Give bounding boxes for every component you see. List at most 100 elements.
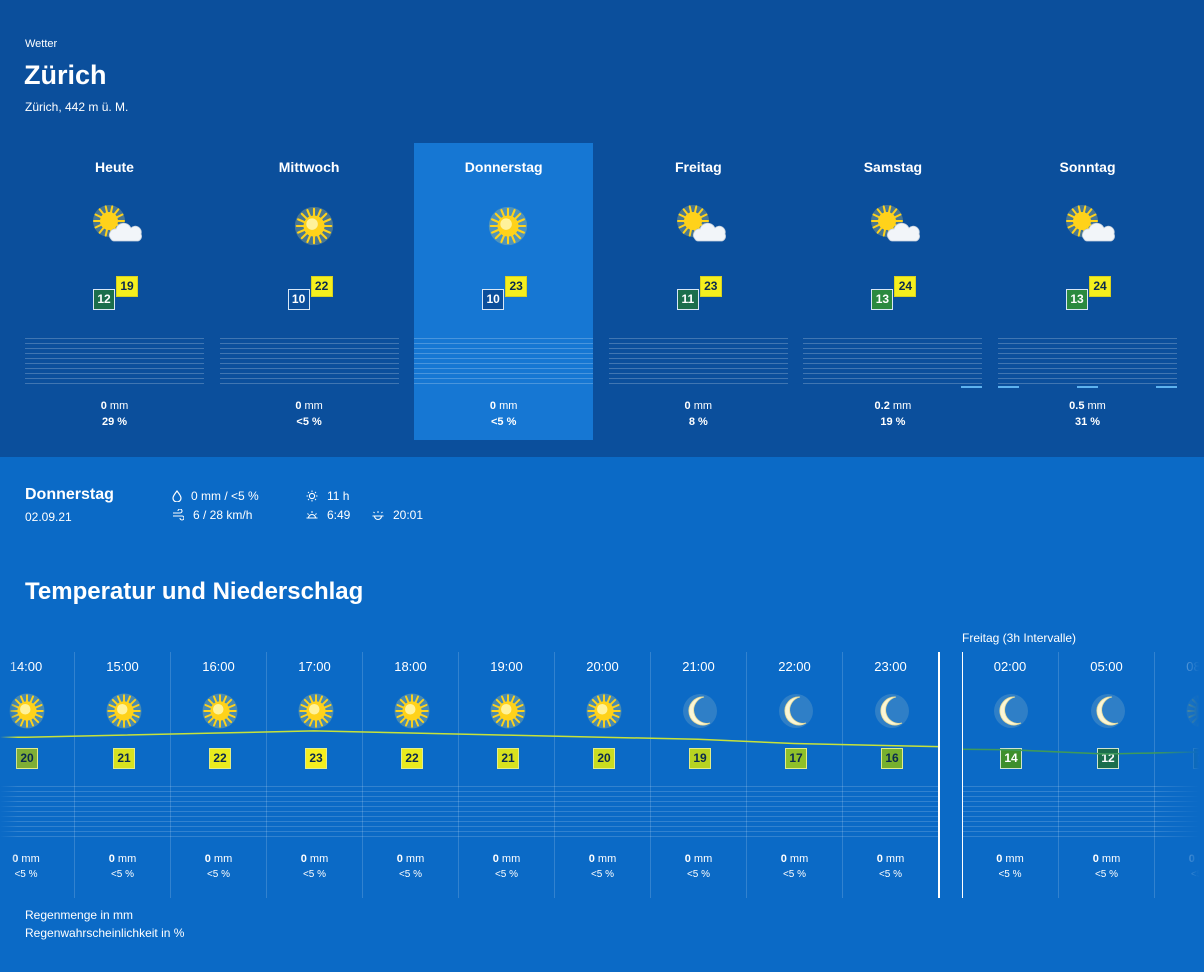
temperature-curve bbox=[0, 730, 1204, 755]
detail-date: 02.09.21 bbox=[25, 510, 72, 524]
hour-time: 21:00 bbox=[682, 659, 715, 674]
precip-bars bbox=[608, 338, 788, 388]
precip-probability: 31 % bbox=[1074, 416, 1101, 428]
day-card-samstag[interactable]: Samstag 24 13 0.2 mm 19 % bbox=[803, 143, 983, 440]
hour-precip-amount: 0 mm bbox=[588, 853, 617, 865]
sun-icon bbox=[480, 203, 536, 249]
scroll-fade-right bbox=[1156, 652, 1204, 898]
scroll-fade-left bbox=[0, 652, 18, 898]
sunshine-icon bbox=[306, 490, 318, 502]
hourly-forecast[interactable]: 14:00 20 0 mm <5 % 15:00 21 0 mm <5 % 16… bbox=[0, 652, 1204, 898]
hour-precip-probability: <5 % bbox=[398, 869, 423, 880]
detail-precip-value: 0 mm / <5 % bbox=[191, 489, 259, 503]
hour-column[interactable]: 21:00 19 0 mm <5 % bbox=[650, 652, 746, 898]
sunrise-icon bbox=[306, 511, 318, 519]
day-card-donnerstag[interactable]: Donnerstag 23 10 0 mm <5 % bbox=[414, 143, 594, 440]
hour-precip-probability: <5 % bbox=[110, 869, 135, 880]
hour-column[interactable]: 17:00 23 0 mm <5 % bbox=[266, 652, 362, 898]
sun-icon bbox=[286, 203, 342, 249]
hour-column[interactable]: 19:00 21 0 mm <5 % bbox=[458, 652, 554, 898]
precip-amount: 0 mm bbox=[684, 400, 713, 412]
day-card-mittwoch[interactable]: Mittwoch 22 10 0 mm <5 % bbox=[219, 143, 399, 440]
day-card-heute[interactable]: Heute 19 12 0 mm 29 % bbox=[25, 143, 204, 440]
hour-column[interactable]: 20:00 20 0 mm <5 % bbox=[554, 652, 650, 898]
detail-sunrise-value: 6:49 bbox=[327, 508, 351, 522]
precip-probability: 8 % bbox=[688, 416, 708, 428]
hour-time: 05:00 bbox=[1090, 659, 1123, 674]
hour-precip-probability: <5 % bbox=[686, 869, 711, 880]
temp-min: 11 bbox=[676, 289, 699, 310]
hour-column[interactable]: 18:00 22 0 mm <5 % bbox=[362, 652, 458, 898]
precip-bars bbox=[803, 338, 983, 388]
temp-max: 23 bbox=[505, 276, 528, 297]
location-info: Zürich, 442 m ü. M. bbox=[25, 100, 129, 114]
precip-probability: <5 % bbox=[296, 416, 322, 428]
precip-amount: 0.5 mm bbox=[1069, 400, 1106, 412]
hour-precip-probability: <5 % bbox=[590, 869, 615, 880]
precip-probability: 29 % bbox=[101, 416, 128, 428]
detail-sunset-value: 20:01 bbox=[393, 508, 424, 522]
hour-column[interactable]: 02:00 14 0 mm <5 % bbox=[962, 652, 1058, 898]
day-name: Donnerstag bbox=[464, 159, 543, 175]
temp-max: 23 bbox=[699, 276, 722, 297]
hour-column[interactable]: 05:00 12 0 mm <5 % bbox=[1058, 652, 1154, 898]
hour-time: 15:00 bbox=[106, 659, 139, 674]
partly-cloudy-icon bbox=[867, 203, 923, 249]
interval-note: Freitag (3h Intervalle) bbox=[962, 631, 1077, 645]
detail-wind-value: 6 / 28 km/h bbox=[193, 508, 253, 522]
hour-precip-amount: 0 mm bbox=[300, 853, 329, 865]
hour-column[interactable]: 23:00 16 0 mm <5 % bbox=[842, 652, 938, 898]
precip-bar bbox=[1076, 386, 1099, 388]
hour-column[interactable]: 16:00 22 0 mm <5 % bbox=[170, 652, 266, 898]
temp-min: 13 bbox=[871, 289, 894, 310]
day-forecast-list: Heute 19 12 0 mm 29 % Mittwoch 22 10 0 m… bbox=[25, 143, 1185, 440]
temp-max: 19 bbox=[116, 276, 138, 297]
day-name: Mittwoch bbox=[278, 159, 340, 175]
hour-precip-amount: 0 mm bbox=[876, 853, 905, 865]
detail-sunshine: 11 h bbox=[306, 489, 349, 503]
day-name: Sonntag bbox=[1059, 159, 1116, 175]
precip-bar bbox=[1155, 386, 1177, 388]
precip-amount: 0 mm bbox=[489, 400, 518, 412]
precip-amount: 0 mm bbox=[100, 400, 129, 412]
day-name: Heute bbox=[95, 159, 134, 175]
precip-bars bbox=[998, 338, 1177, 388]
temp-max: 24 bbox=[1089, 276, 1111, 297]
raindrop-icon bbox=[172, 490, 182, 502]
day-card-sonntag[interactable]: Sonntag 24 13 0.5 mm 31 % bbox=[998, 143, 1177, 440]
day-card-freitag[interactable]: Freitag 23 11 0 mm 8 % bbox=[608, 143, 788, 440]
hour-precip-amount: 0 mm bbox=[204, 853, 233, 865]
page-title: Zürich bbox=[24, 60, 107, 90]
day-separator bbox=[962, 652, 963, 898]
hour-precip-probability: <5 % bbox=[302, 869, 327, 880]
precip-probability: 19 % bbox=[880, 416, 906, 428]
hour-precip-amount: 0 mm bbox=[684, 853, 713, 865]
day-separator bbox=[938, 652, 940, 898]
precip-bars bbox=[414, 338, 594, 388]
legend-amount: Regenmenge in mm bbox=[25, 908, 134, 922]
temp-min: 13 bbox=[1066, 289, 1088, 310]
detail-sunshine-value: 11 h bbox=[327, 489, 350, 503]
detail-wind: 6 / 28 km/h bbox=[172, 508, 252, 522]
hour-precip-amount: 0 mm bbox=[108, 853, 137, 865]
hour-precip-probability: <5 % bbox=[782, 869, 807, 880]
hour-precip-probability: <5 % bbox=[206, 869, 231, 880]
precip-probability: <5 % bbox=[490, 416, 517, 428]
detail-day-name: Donnerstag bbox=[25, 486, 114, 503]
precip-bar bbox=[998, 386, 1020, 388]
detail-sunset: 20:01 bbox=[372, 508, 423, 522]
sunset-icon bbox=[372, 511, 384, 521]
precip-amount: 0 mm bbox=[295, 400, 323, 412]
hour-precip-probability: <5 % bbox=[878, 869, 903, 880]
hour-precip-amount: 0 mm bbox=[1092, 853, 1121, 865]
temp-min: 12 bbox=[93, 289, 115, 310]
hour-time: 02:00 bbox=[993, 659, 1027, 674]
hour-column[interactable]: 22:00 17 0 mm <5 % bbox=[746, 652, 842, 898]
partly-cloudy-icon bbox=[1062, 203, 1118, 249]
hour-precip-amount: 0 mm bbox=[492, 853, 521, 865]
hour-column[interactable]: 15:00 21 0 mm <5 % bbox=[74, 652, 170, 898]
temp-min: 10 bbox=[482, 289, 505, 310]
hour-precip-probability: <5 % bbox=[1094, 869, 1119, 880]
temp-max: 24 bbox=[894, 276, 917, 297]
hour-time: 22:00 bbox=[778, 659, 811, 674]
